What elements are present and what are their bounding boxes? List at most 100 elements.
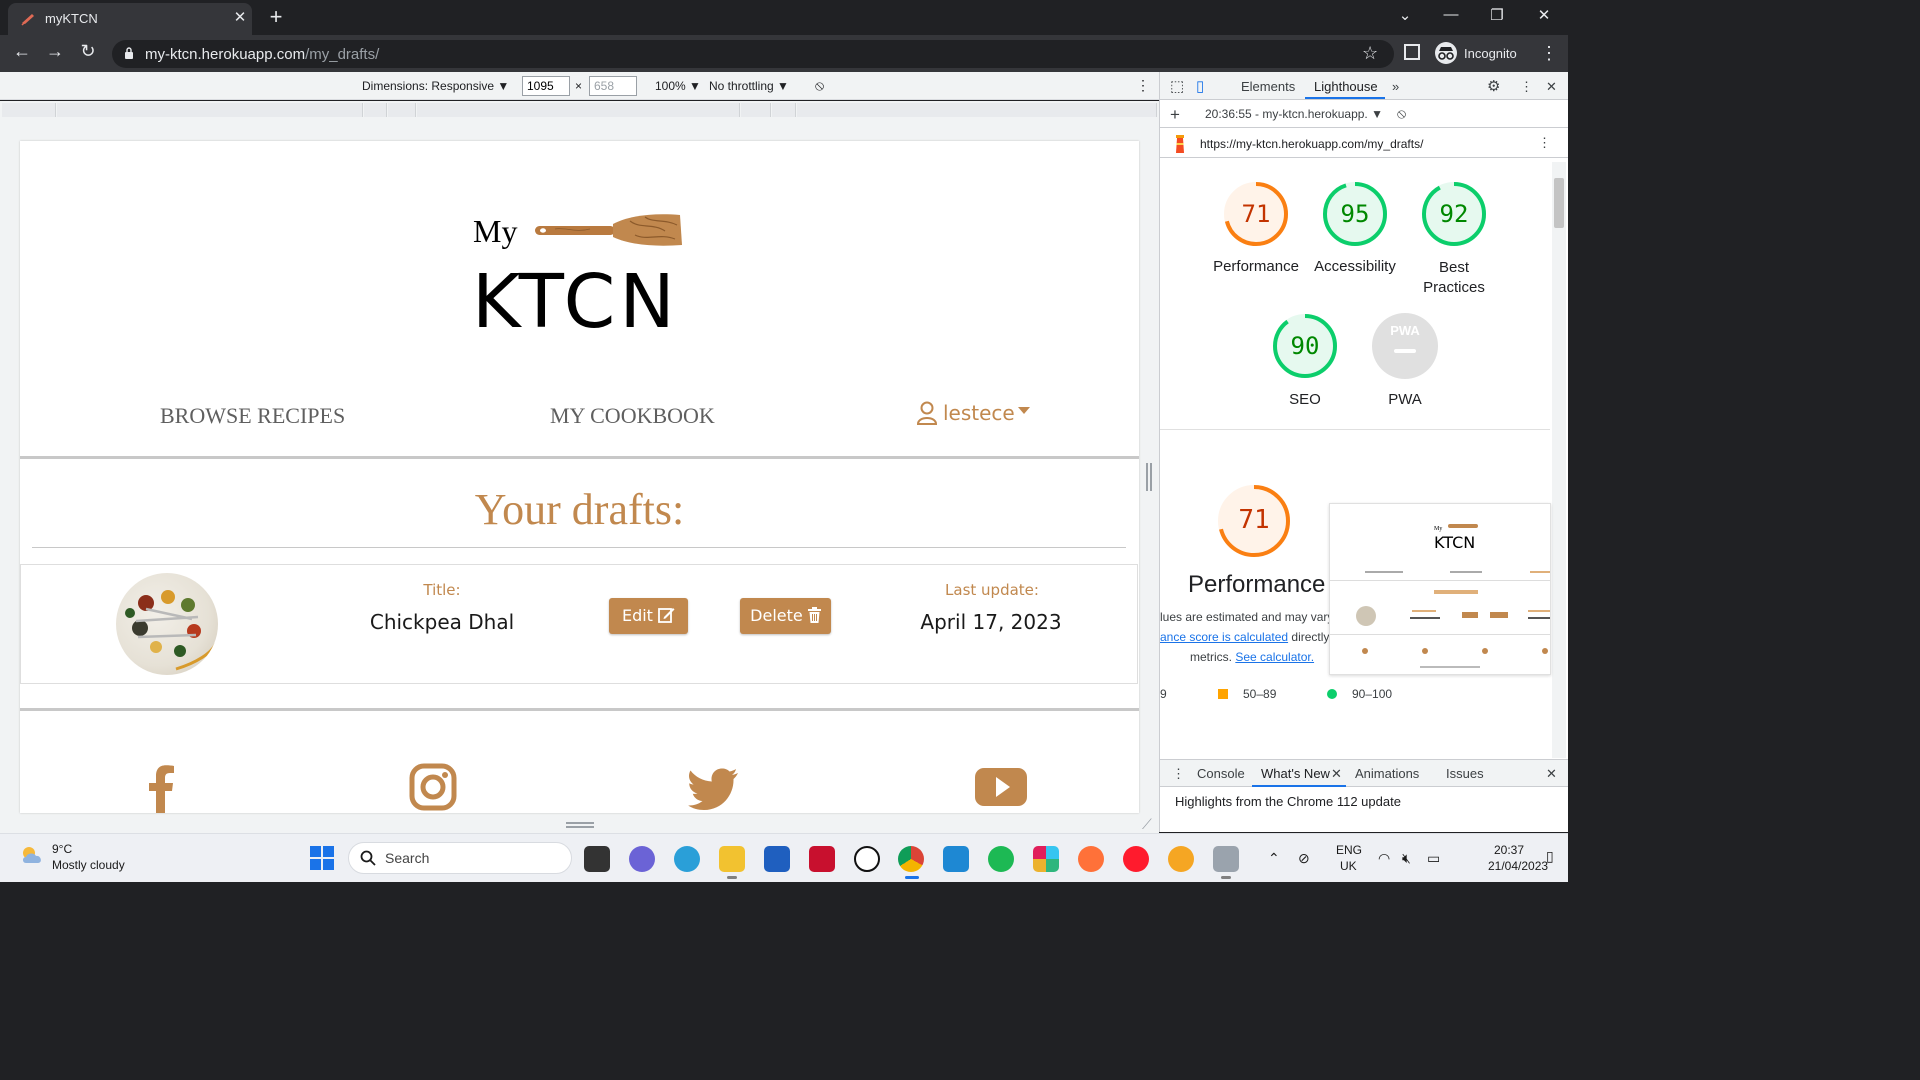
devtools-menu-icon[interactable]: ⋮ [1520, 79, 1533, 95]
incognito-icon[interactable] [1435, 42, 1457, 64]
tab-lighthouse[interactable]: Lighthouse [1314, 79, 1378, 94]
settings-gear-icon[interactable]: ⚙ [1487, 77, 1500, 95]
language-code[interactable]: ENG [1336, 843, 1362, 857]
browser-tab[interactable]: myKTCN ✕ [8, 3, 252, 35]
tab-search-icon[interactable]: ⌄ [1390, 6, 1420, 24]
nav-my-cookbook[interactable]: MY COOKBOOK [550, 403, 715, 429]
volume-muted-icon[interactable]: 🔇︎ [1402, 850, 1411, 867]
twitter-icon[interactable] [688, 761, 740, 813]
close-whats-new-icon[interactable]: ✕ [1331, 766, 1342, 782]
weather-cloudy-icon[interactable] [20, 845, 46, 865]
ruler-segment[interactable] [797, 103, 1157, 117]
clock-date[interactable]: 21/04/2023 [1488, 859, 1548, 873]
edit-button[interactable]: Edit [609, 598, 688, 634]
nav-browse-recipes[interactable]: BROWSE RECIPES [160, 403, 345, 429]
minimize-button[interactable]: — [1436, 6, 1466, 23]
dell-icon[interactable] [854, 846, 880, 872]
network-status-icon[interactable]: ⊘ [1298, 850, 1310, 867]
ruler-segment[interactable] [364, 103, 387, 117]
ruler-segment[interactable] [2, 103, 56, 117]
battery-icon[interactable]: ▭ [1427, 850, 1440, 867]
rotate-icon[interactable]: ⦸ [815, 77, 824, 94]
weather-temperature[interactable]: 9°C [52, 842, 72, 856]
more-tabs-icon[interactable]: » [1392, 79, 1399, 94]
ruler-segment[interactable] [772, 103, 796, 117]
ruler-segment[interactable] [57, 103, 363, 117]
brave-icon[interactable] [1168, 846, 1194, 872]
zoom-select[interactable]: 100% ▼ [655, 79, 701, 93]
taskbar-search-label[interactable]: Search [385, 850, 429, 866]
notepad-icon[interactable] [1213, 846, 1239, 872]
viewport-corner-resize-icon[interactable]: ⟋ [1142, 816, 1152, 833]
show-hidden-icons-chevron-icon[interactable]: ⌃ [1268, 850, 1280, 867]
file-explorer-icon[interactable] [719, 846, 745, 872]
chrome-menu-icon[interactable]: ⋮ [1540, 43, 1558, 64]
drawer-tab-console[interactable]: Console [1197, 766, 1245, 781]
taskbar-search-box[interactable] [348, 842, 572, 874]
ruler-segment[interactable] [417, 103, 740, 117]
close-devtools-icon[interactable]: ✕ [1546, 79, 1557, 95]
opera-icon[interactable] [1123, 846, 1149, 872]
ruler-segment[interactable] [388, 103, 416, 117]
youtube-icon[interactable] [975, 761, 1027, 813]
task-view-icon[interactable] [584, 846, 610, 872]
device-toggle-icon[interactable]: ▯ [1196, 77, 1204, 95]
page-screenshot-thumbnail[interactable]: My KTCN [1329, 503, 1551, 675]
windows-start-icon[interactable] [310, 846, 334, 870]
report-selector[interactable]: 20:36:55 - my-ktcn.herokuapp. ▼ [1205, 107, 1383, 121]
wifi-icon[interactable]: ◠ [1378, 850, 1390, 867]
pwa-badge-icon[interactable]: PWA [1372, 313, 1438, 379]
instagram-icon[interactable] [407, 761, 459, 813]
see-calculator-link[interactable]: See calculator. [1235, 650, 1314, 664]
incognito-label[interactable]: Incognito [1464, 46, 1517, 61]
width-input[interactable]: 1095 [522, 76, 570, 96]
chrome-icon[interactable] [898, 846, 924, 872]
reload-icon[interactable]: ↻ [75, 41, 101, 62]
chevron-down-icon[interactable] [1018, 407, 1030, 414]
drawer-tab-animations[interactable]: Animations [1355, 766, 1419, 781]
clear-reports-icon[interactable]: ⦸ [1397, 105, 1406, 122]
bookmark-star-icon[interactable]: ☆ [1362, 43, 1378, 64]
spotify-icon[interactable] [988, 846, 1014, 872]
back-icon[interactable]: ← [9, 41, 35, 62]
dimensions-select[interactable]: Dimensions: Responsive ▼ [362, 79, 509, 93]
drawer-tab-whats-new[interactable]: What's New [1261, 766, 1330, 781]
clock-time[interactable]: 20:37 [1494, 843, 1524, 857]
restore-button[interactable]: ❐ [1482, 6, 1512, 24]
ruler-segment[interactable] [741, 103, 771, 117]
vscode-icon[interactable] [943, 846, 969, 872]
inspect-element-icon[interactable]: ⬚ [1170, 77, 1184, 95]
report-menu-icon[interactable]: ⋮ [1538, 135, 1551, 151]
throttling-select[interactable]: No throttling ▼ [709, 79, 789, 93]
drawer-menu-icon[interactable]: ⋮ [1172, 766, 1185, 782]
close-window-button[interactable]: ✕ [1529, 6, 1559, 24]
close-drawer-icon[interactable]: ✕ [1546, 766, 1557, 782]
mcafee-icon[interactable] [809, 846, 835, 872]
slack-icon[interactable] [1033, 846, 1059, 872]
draft-title[interactable]: Chickpea Dhal [352, 610, 532, 634]
new-report-icon[interactable]: + [1170, 105, 1180, 125]
height-input[interactable]: 658 [589, 76, 637, 96]
forward-icon[interactable]: → [42, 41, 68, 62]
side-panel-icon[interactable] [1404, 44, 1420, 60]
user-icon[interactable] [917, 401, 937, 425]
viewport-bottom-resize-handle[interactable] [566, 822, 594, 828]
tab-elements[interactable]: Elements [1241, 79, 1295, 94]
viewport-resize-handle[interactable] [1146, 463, 1152, 491]
score-calculated-link[interactable]: ance score is calculated [1160, 630, 1288, 644]
drawer-tab-issues[interactable]: Issues [1446, 766, 1484, 781]
firefox-icon[interactable] [1078, 846, 1104, 872]
teams-chat-icon[interactable] [629, 846, 655, 872]
microsoft-store-icon[interactable] [764, 846, 790, 872]
draft-recipe-image[interactable] [116, 573, 218, 675]
report-url[interactable]: https://my-ktcn.herokuapp.com/my_drafts/ [1200, 137, 1423, 151]
url-text[interactable]: my-ktcn.herokuapp.com/my_drafts/ [145, 46, 379, 63]
weather-description[interactable]: Mostly cloudy [52, 858, 125, 872]
tab-close-icon[interactable]: ✕ [230, 8, 250, 26]
edge-icon[interactable] [674, 846, 700, 872]
notification-center-icon[interactable]: ▯ [1546, 848, 1554, 865]
keyboard-layout[interactable]: UK [1340, 859, 1357, 873]
report-scroll-thumb[interactable] [1554, 178, 1564, 228]
delete-button[interactable]: Delete [740, 598, 831, 634]
report-scrollbar[interactable] [1552, 162, 1566, 758]
